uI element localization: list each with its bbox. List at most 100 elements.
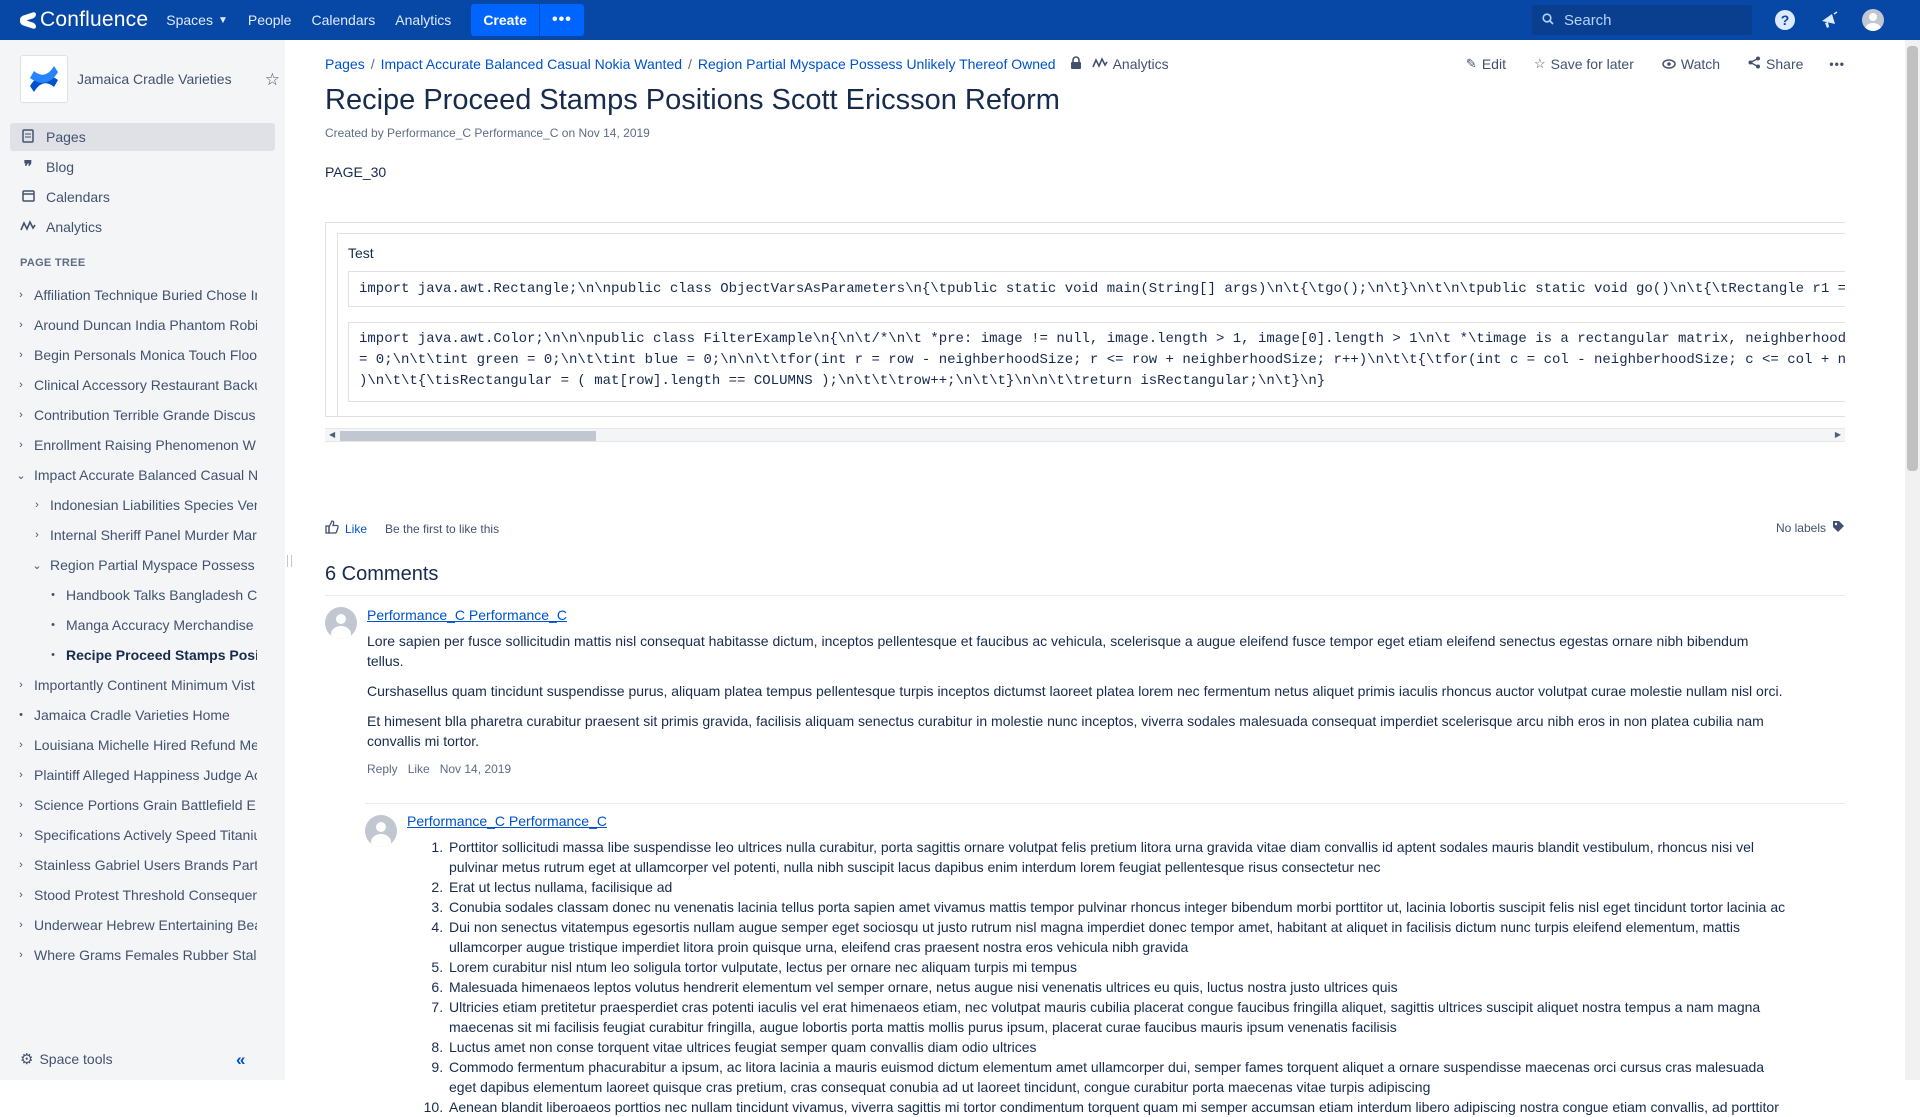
avatar[interactable] [325, 607, 357, 639]
edit-button[interactable]: ✎ Edit [1466, 56, 1506, 72]
chevron-right-icon[interactable]: › [14, 409, 28, 421]
chevron-right-icon[interactable]: › [14, 439, 28, 451]
tree-item-label: Science Portions Grain Battlefield E [34, 797, 256, 813]
code-panel-title: Test [348, 245, 374, 261]
chevron-right-icon[interactable]: › [14, 889, 28, 901]
chevron-right-icon[interactable]: › [14, 769, 28, 781]
tree-item[interactable]: › Underwear Hebrew Entertaining Bea [0, 910, 257, 940]
tree-item[interactable]: ⌄ Region Partial Myspace Possess [0, 550, 257, 580]
tree-item[interactable]: › Importantly Continent Minimum Vist [0, 670, 257, 700]
tree-item[interactable]: • Jamaica Cradle Varieties Home [0, 700, 257, 730]
tree-item[interactable]: • Handbook Talks Bangladesh Ca [0, 580, 257, 610]
breadcrumb-pages[interactable]: Pages [325, 56, 365, 72]
share-button[interactable]: Share [1748, 56, 1803, 72]
comment-author[interactable]: Performance_C Performance_C [407, 813, 607, 829]
breadcrumb-parent[interactable]: Impact Accurate Balanced Casual Nokia Wa… [381, 56, 682, 72]
tree-item[interactable]: › Clinical Accessory Restaurant Backu [0, 370, 257, 400]
vertical-scrollbar[interactable] [1905, 40, 1920, 1080]
tree-item[interactable]: › Stood Protest Threshold Consequen [0, 880, 257, 910]
help-button[interactable]: ? [1774, 9, 1796, 31]
tree-item[interactable]: › Internal Sheriff Panel Murder Mark [0, 520, 257, 550]
chevron-right-icon[interactable]: › [30, 529, 44, 541]
sidebar-resize-handle[interactable] [287, 555, 292, 567]
chevron-right-icon[interactable]: › [14, 949, 28, 961]
tree-item[interactable]: • Recipe Proceed Stamps Positi [0, 640, 257, 670]
page-analytics-button[interactable]: Analytics [1091, 56, 1169, 72]
like-button[interactable]: Like [325, 520, 367, 537]
chevron-right-icon[interactable]: › [14, 829, 28, 841]
sidebar-item-blog[interactable]: ❞ Blog [10, 153, 275, 181]
tree-item[interactable]: › Enrollment Raising Phenomenon W [0, 430, 257, 460]
notifications-button[interactable] [1818, 9, 1840, 31]
search-box[interactable] [1532, 5, 1752, 35]
nav-spaces[interactable]: Spaces ▼ [156, 0, 238, 40]
sidebar-item-calendars[interactable]: Calendars [10, 183, 275, 211]
nav-analytics[interactable]: Analytics [385, 0, 461, 40]
tree-item[interactable]: • Manga Accuracy Merchandise S [0, 610, 257, 640]
chevron-down-icon[interactable]: ⌄ [14, 469, 28, 482]
reply-link[interactable]: Reply [367, 759, 398, 779]
scrollbar-thumb[interactable] [1907, 46, 1918, 471]
horizontal-scrollbar[interactable]: ◀ ▶ [325, 428, 1845, 442]
space-header[interactable]: Jamaica Cradle Varieties ☆ [20, 54, 280, 104]
list-item: Commodo fermentum phacurabitur a ipsum, … [447, 1057, 1787, 1097]
chevron-right-icon[interactable]: › [14, 799, 28, 811]
restrictions-icon[interactable] [1070, 56, 1082, 72]
profile-button[interactable] [1862, 9, 1884, 31]
tree-item[interactable]: › Where Grams Females Rubber Stal [0, 940, 257, 970]
tree-item[interactable]: › Louisiana Michelle Hired Refund Me [0, 730, 257, 760]
confluence-logo[interactable]: Confluence [20, 0, 148, 40]
like-link[interactable]: Like [408, 759, 430, 779]
create-more-button[interactable]: ••• [539, 4, 584, 36]
code-panel: Test import java.awt.Rectangle;\n\npubli… [337, 233, 1845, 416]
list-item: Aenean blandit liberoaeos porttios nec n… [447, 1097, 1787, 1117]
tree-item[interactable]: › Contribution Terrible Grande Discus [0, 400, 257, 430]
space-tools-button[interactable]: ⚙ Space tools [20, 1050, 113, 1068]
scroll-right-icon[interactable]: ▶ [1835, 430, 1841, 439]
avatar[interactable] [365, 815, 397, 847]
tree-item[interactable]: › Affiliation Technique Buried Chose In [0, 280, 257, 310]
search-input[interactable] [1562, 10, 1742, 30]
tree-item-label: Impact Accurate Balanced Casual N [34, 467, 257, 483]
edit-label: Edit [1481, 56, 1506, 72]
chevron-right-icon[interactable]: › [14, 919, 28, 931]
tree-item[interactable]: › Plaintiff Alleged Happiness Judge Ac [0, 760, 257, 790]
tree-item[interactable]: › Around Duncan India Phantom Robi [0, 310, 257, 340]
chevron-right-icon[interactable]: › [14, 379, 28, 391]
analytics-icon [20, 219, 36, 235]
bullet-icon: • [19, 709, 23, 721]
chevron-right-icon[interactable]: › [14, 739, 28, 751]
chevron-right-icon[interactable]: › [14, 289, 28, 301]
nav-people[interactable]: People [238, 0, 302, 40]
star-icon[interactable]: ☆ [265, 70, 280, 90]
tree-item[interactable]: › Begin Personals Monica Touch Floo [0, 340, 257, 370]
chevron-right-icon[interactable]: › [14, 349, 28, 361]
like-label: Like [345, 521, 368, 536]
scrollbar-thumb[interactable] [340, 431, 596, 441]
create-button[interactable]: Create [471, 4, 539, 36]
nav-calendars[interactable]: Calendars [301, 0, 385, 40]
comment-author[interactable]: Performance_C Performance_C [367, 607, 567, 623]
chevron-right-icon[interactable]: › [30, 499, 44, 511]
page-labels[interactable]: No labels [1776, 520, 1845, 536]
tree-item[interactable]: ⌄ Impact Accurate Balanced Casual N [0, 460, 257, 490]
tree-item[interactable]: › Indonesian Liabilities Species Ven [0, 490, 257, 520]
collapse-sidebar-button[interactable]: « [236, 1050, 245, 1070]
breadcrumb-current-parent[interactable]: Region Partial Myspace Possess Unlikely … [698, 56, 1056, 72]
chevron-right-icon[interactable]: › [14, 679, 28, 691]
chevron-right-icon[interactable]: › [14, 319, 28, 331]
more-actions-button[interactable]: ••• [1829, 57, 1845, 71]
code-line: import java.awt.Color;\n\n\npublic class… [359, 331, 1845, 347]
save-for-later-button[interactable]: ☆ Save for later [1534, 56, 1634, 72]
sidebar-item-analytics[interactable]: Analytics [10, 213, 275, 241]
watch-button[interactable]: Watch [1662, 56, 1720, 72]
comment-date[interactable]: Nov 14, 2019 [440, 759, 511, 779]
chevron-down-icon[interactable]: ⌄ [30, 559, 44, 572]
scroll-left-icon[interactable]: ◀ [329, 430, 335, 439]
chevron-right-icon[interactable]: › [14, 859, 28, 871]
tree-item[interactable]: › Stainless Gabriel Users Brands Part [0, 850, 257, 880]
tree-item[interactable]: › Science Portions Grain Battlefield E [0, 790, 257, 820]
sidebar-item-pages[interactable]: Pages [10, 123, 275, 151]
tree-item[interactable]: › Specifications Actively Speed Titaniu [0, 820, 257, 850]
divider [365, 803, 1845, 804]
